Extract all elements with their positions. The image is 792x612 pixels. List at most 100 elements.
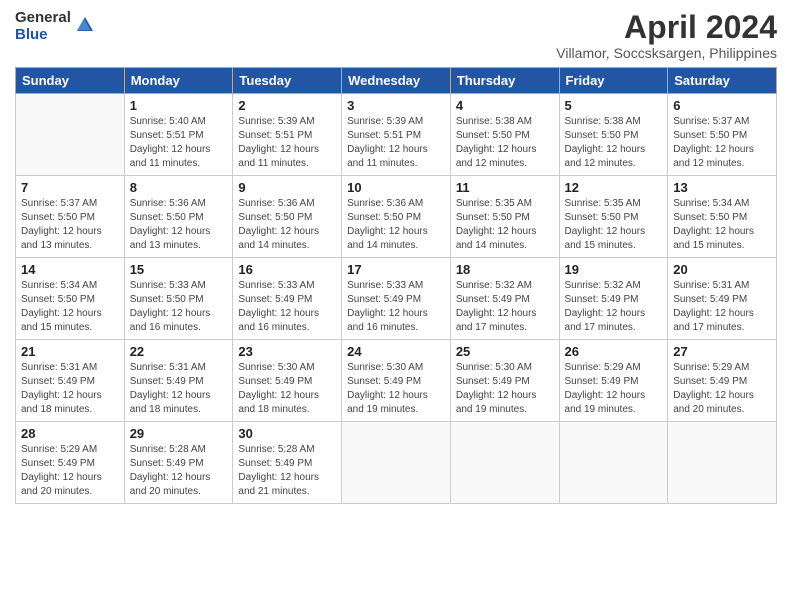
- day-number: 5: [565, 98, 663, 113]
- day-info: Sunrise: 5:37 AMSunset: 5:50 PMDaylight:…: [673, 115, 771, 171]
- calendar-header-thursday: Thursday: [450, 68, 559, 94]
- calendar-cell: 30 Sunrise: 5:28 AMSunset: 5:49 PMDayligh…: [233, 422, 342, 504]
- day-number: 3: [347, 98, 445, 113]
- day-number: 21: [21, 344, 119, 359]
- calendar-cell: 15 Sunrise: 5:33 AMSunset: 5:50 PMDayligh…: [124, 258, 233, 340]
- calendar-cell: 21Sunrise: 5:31 AMSunset: 5:49 PMDayligh…: [16, 340, 125, 422]
- day-number: 25: [456, 344, 554, 359]
- calendar-cell: 13 Sunrise: 5:34 AMSunset: 5:50 PMDayligh…: [668, 176, 777, 258]
- day-info: Sunrise: 5:28 AMSunset: 5:49 PMDaylight:…: [238, 443, 336, 499]
- day-info: Sunrise: 5:36 AMSunset: 5:50 PMDaylight:…: [238, 197, 336, 253]
- calendar-cell: 1 Sunrise: 5:40 AMSunset: 5:51 PMDaylight…: [124, 94, 233, 176]
- calendar-table: SundayMondayTuesdayWednesdayThursdayFrid…: [15, 67, 777, 504]
- logo: General Blue: [15, 10, 97, 43]
- day-number: 1: [130, 98, 228, 113]
- day-info: Sunrise: 5:34 AMSunset: 5:50 PMDaylight:…: [21, 279, 119, 335]
- day-info: Sunrise: 5:35 AMSunset: 5:50 PMDaylight:…: [565, 197, 663, 253]
- calendar-header-saturday: Saturday: [668, 68, 777, 94]
- calendar-cell: 4Sunrise: 5:38 AMSunset: 5:50 PMDaylight…: [450, 94, 559, 176]
- calendar-cell: 6 Sunrise: 5:37 AMSunset: 5:50 PMDaylight…: [668, 94, 777, 176]
- calendar-header-wednesday: Wednesday: [342, 68, 451, 94]
- day-info: Sunrise: 5:34 AMSunset: 5:50 PMDaylight:…: [673, 197, 771, 253]
- calendar-header-tuesday: Tuesday: [233, 68, 342, 94]
- day-info: Sunrise: 5:32 AMSunset: 5:49 PMDaylight:…: [456, 279, 554, 335]
- day-info: Sunrise: 5:29 AMSunset: 5:49 PMDaylight:…: [565, 361, 663, 417]
- day-info: Sunrise: 5:31 AMSunset: 5:49 PMDaylight:…: [130, 361, 228, 417]
- day-info: Sunrise: 5:37 AMSunset: 5:50 PMDaylight:…: [21, 197, 119, 253]
- logo-general: General: [15, 10, 71, 27]
- calendar-cell: 24Sunrise: 5:30 AMSunset: 5:49 PMDayligh…: [342, 340, 451, 422]
- day-number: 16: [238, 262, 336, 277]
- day-number: 23: [238, 344, 336, 359]
- day-info: Sunrise: 5:36 AMSunset: 5:50 PMDaylight:…: [130, 197, 228, 253]
- calendar-cell: [16, 94, 125, 176]
- day-info: Sunrise: 5:30 AMSunset: 5:49 PMDaylight:…: [238, 361, 336, 417]
- day-number: 10: [347, 180, 445, 195]
- day-number: 20: [673, 262, 771, 277]
- calendar-cell: 28 Sunrise: 5:29 AMSunset: 5:49 PMDayligh…: [16, 422, 125, 504]
- day-info: Sunrise: 5:39 AMSunset: 5:51 PMDaylight:…: [347, 115, 445, 171]
- calendar-cell: 5 Sunrise: 5:38 AMSunset: 5:50 PMDaylight…: [559, 94, 668, 176]
- day-number: 11: [456, 180, 554, 195]
- calendar-cell: 27 Sunrise: 5:29 AMSunset: 5:49 PMDayligh…: [668, 340, 777, 422]
- calendar-cell: 18 Sunrise: 5:32 AMSunset: 5:49 PMDayligh…: [450, 258, 559, 340]
- day-info: Sunrise: 5:28 AMSunset: 5:49 PMDaylight:…: [130, 443, 228, 499]
- calendar-cell: 2 Sunrise: 5:39 AMSunset: 5:51 PMDaylight…: [233, 94, 342, 176]
- calendar-cell: 26 Sunrise: 5:29 AMSunset: 5:49 PMDayligh…: [559, 340, 668, 422]
- day-number: 15: [130, 262, 228, 277]
- day-number: 24: [347, 344, 445, 359]
- day-info: Sunrise: 5:31 AMSunset: 5:49 PMDaylight:…: [673, 279, 771, 335]
- day-number: 2: [238, 98, 336, 113]
- day-number: 7: [21, 180, 119, 195]
- day-info: Sunrise: 5:33 AMSunset: 5:50 PMDaylight:…: [130, 279, 228, 335]
- day-number: 28: [21, 426, 119, 441]
- calendar-cell: 3 Sunrise: 5:39 AMSunset: 5:51 PMDaylight…: [342, 94, 451, 176]
- month-title: April 2024: [556, 10, 777, 45]
- calendar-header-sunday: Sunday: [16, 68, 125, 94]
- calendar-cell: 23 Sunrise: 5:30 AMSunset: 5:49 PMDayligh…: [233, 340, 342, 422]
- day-info: Sunrise: 5:36 AMSunset: 5:50 PMDaylight:…: [347, 197, 445, 253]
- day-number: 30: [238, 426, 336, 441]
- calendar-header-monday: Monday: [124, 68, 233, 94]
- day-info: Sunrise: 5:30 AMSunset: 5:49 PMDaylight:…: [456, 361, 554, 417]
- day-info: Sunrise: 5:40 AMSunset: 5:51 PMDaylight:…: [130, 115, 228, 171]
- day-number: 27: [673, 344, 771, 359]
- day-info: Sunrise: 5:29 AMSunset: 5:49 PMDaylight:…: [21, 443, 119, 499]
- day-number: 17: [347, 262, 445, 277]
- calendar-cell: 12 Sunrise: 5:35 AMSunset: 5:50 PMDayligh…: [559, 176, 668, 258]
- calendar-cell: 20 Sunrise: 5:31 AMSunset: 5:49 PMDayligh…: [668, 258, 777, 340]
- calendar-cell: 17 Sunrise: 5:33 AMSunset: 5:49 PMDayligh…: [342, 258, 451, 340]
- day-info: Sunrise: 5:38 AMSunset: 5:50 PMDaylight:…: [456, 115, 554, 171]
- logo-blue: Blue: [15, 27, 71, 44]
- calendar-header-friday: Friday: [559, 68, 668, 94]
- day-number: 18: [456, 262, 554, 277]
- calendar-cell: 25 Sunrise: 5:30 AMSunset: 5:49 PMDayligh…: [450, 340, 559, 422]
- calendar-cell: 11Sunrise: 5:35 AMSunset: 5:50 PMDayligh…: [450, 176, 559, 258]
- day-number: 14: [21, 262, 119, 277]
- day-info: Sunrise: 5:38 AMSunset: 5:50 PMDaylight:…: [565, 115, 663, 171]
- day-number: 12: [565, 180, 663, 195]
- day-number: 13: [673, 180, 771, 195]
- calendar-cell: 14 Sunrise: 5:34 AMSunset: 5:50 PMDayligh…: [16, 258, 125, 340]
- day-info: Sunrise: 5:39 AMSunset: 5:51 PMDaylight:…: [238, 115, 336, 171]
- calendar-cell: 8Sunrise: 5:36 AMSunset: 5:50 PMDaylight…: [124, 176, 233, 258]
- day-info: Sunrise: 5:33 AMSunset: 5:49 PMDaylight:…: [238, 279, 336, 335]
- day-info: Sunrise: 5:33 AMSunset: 5:49 PMDaylight:…: [347, 279, 445, 335]
- calendar-cell: 19Sunrise: 5:32 AMSunset: 5:49 PMDayligh…: [559, 258, 668, 340]
- day-info: Sunrise: 5:29 AMSunset: 5:49 PMDaylight:…: [673, 361, 771, 417]
- page-header: General Blue April 2024 Villamor, Soccsk…: [15, 10, 777, 61]
- day-number: 29: [130, 426, 228, 441]
- calendar-cell: [668, 422, 777, 504]
- calendar-cell: 10 Sunrise: 5:36 AMSunset: 5:50 PMDayligh…: [342, 176, 451, 258]
- day-number: 6: [673, 98, 771, 113]
- day-number: 26: [565, 344, 663, 359]
- calendar-cell: [342, 422, 451, 504]
- day-number: 19: [565, 262, 663, 277]
- calendar-cell: 9 Sunrise: 5:36 AMSunset: 5:50 PMDaylight…: [233, 176, 342, 258]
- logo-icon: [73, 13, 97, 37]
- calendar-cell: 29 Sunrise: 5:28 AMSunset: 5:49 PMDayligh…: [124, 422, 233, 504]
- calendar-cell: 22Sunrise: 5:31 AMSunset: 5:49 PMDayligh…: [124, 340, 233, 422]
- location-subtitle: Villamor, Soccsksargen, Philippines: [556, 45, 777, 61]
- day-number: 9: [238, 180, 336, 195]
- calendar-cell: 16 Sunrise: 5:33 AMSunset: 5:49 PMDayligh…: [233, 258, 342, 340]
